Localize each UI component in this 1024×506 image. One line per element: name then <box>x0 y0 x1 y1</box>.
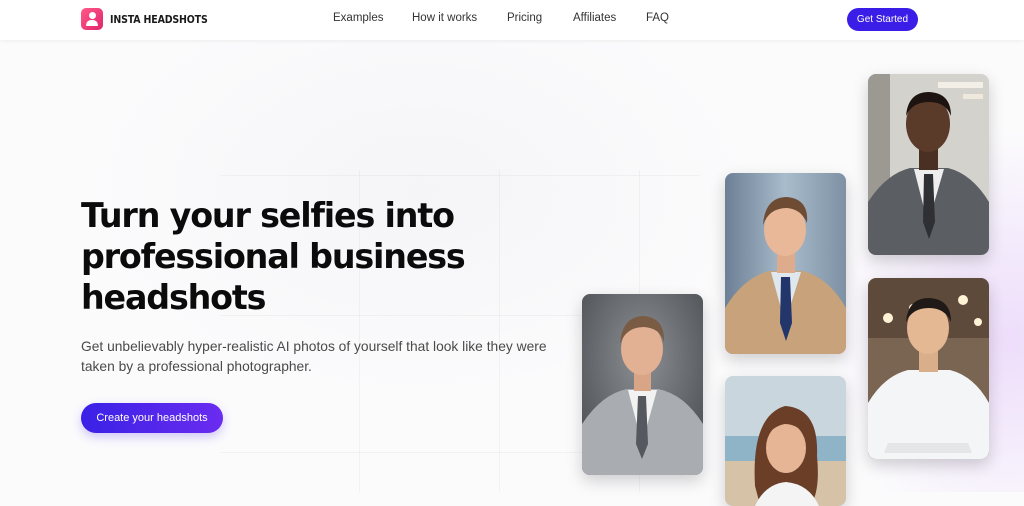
headshot-photo-woman-beach <box>725 376 846 506</box>
nav-link-pricing[interactable]: Pricing <box>507 12 542 24</box>
hero-title-line-2: professional business <box>81 237 466 277</box>
headshot-photo-man-office-grey-suit <box>868 74 989 255</box>
headshot-photo-man-cafe-white-shirt <box>868 278 989 459</box>
nav-link-affiliates[interactable]: Affiliates <box>573 12 616 24</box>
nav-link-how-it-works[interactable]: How it works <box>412 12 477 24</box>
top-navbar: INSTA HEADSHOTS Examples How it works Pr… <box>0 0 1024 40</box>
create-headshots-button[interactable]: Create your headshots <box>81 403 223 433</box>
headshot-photo-man-tan-blazer <box>725 173 846 354</box>
hero-subtitle: Get unbelievably hyper-realistic AI phot… <box>81 339 547 374</box>
hero-title: Turn your selfies into professional busi… <box>81 196 493 319</box>
hero-title-line-3: headshots <box>81 278 266 318</box>
nav-link-examples[interactable]: Examples <box>333 12 384 24</box>
nav-link-faq[interactable]: FAQ <box>646 12 669 24</box>
headshot-photo-man-grey-suit <box>582 294 703 475</box>
get-started-button[interactable]: Get Started <box>847 8 918 31</box>
hero-title-line-1: Turn your selfies into <box>81 196 455 236</box>
